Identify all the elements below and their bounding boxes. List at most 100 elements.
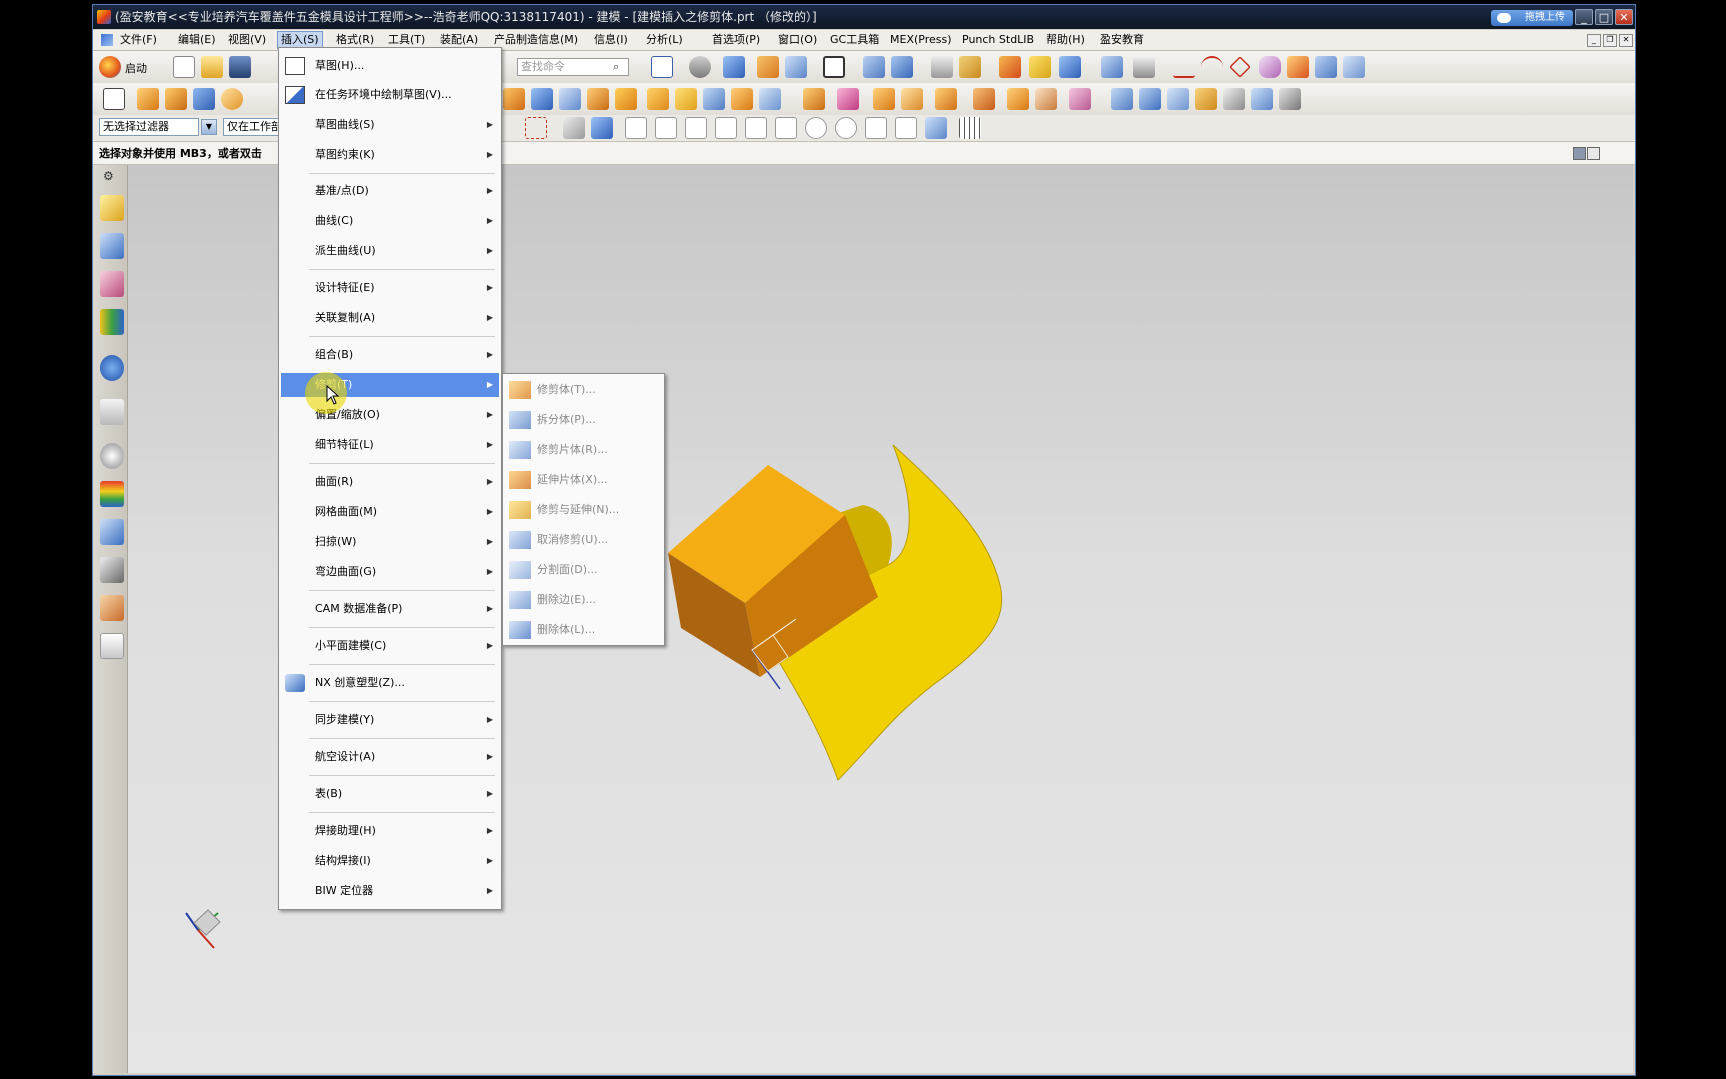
minimize-button[interactable]: _ xyxy=(1575,9,1593,25)
sketch-toolbar-icon[interactable] xyxy=(103,88,125,110)
snap-point-icon[interactable] xyxy=(959,56,981,78)
menu-item-derived-curve[interactable]: 派生曲线(U) ▶ xyxy=(281,239,499,263)
hole-icon[interactable] xyxy=(503,88,525,110)
snap-quadrant-icon[interactable] xyxy=(835,117,857,139)
spline-icon[interactable] xyxy=(1229,56,1251,78)
line-icon[interactable] xyxy=(1173,56,1195,78)
chamfer-icon[interactable] xyxy=(731,88,753,110)
fillet-icon[interactable] xyxy=(1259,56,1281,78)
block-icon[interactable] xyxy=(193,88,215,110)
internet-explorer-icon[interactable] xyxy=(100,355,124,381)
menu-item-sketch[interactable]: 草图(H)... xyxy=(281,54,499,78)
menu-tools[interactable]: 工具(T) xyxy=(385,32,428,48)
submenu-item-delete-body[interactable]: 删除体(L)... xyxy=(505,616,662,644)
menu-item-biw-locator[interactable]: BIW 定位器 ▶ xyxy=(281,879,499,903)
submenu-item-delete-edge[interactable]: 删除边(E)... xyxy=(505,586,662,614)
rectangle-select-icon[interactable] xyxy=(525,117,547,139)
clock-icon[interactable] xyxy=(100,443,124,469)
submenu-item-divide-face[interactable]: 分割面(D)... xyxy=(505,556,662,584)
menu-gc-toolkit[interactable]: GC工具箱 xyxy=(827,32,882,48)
background-icon[interactable] xyxy=(823,56,845,78)
boss-icon[interactable] xyxy=(531,88,553,110)
menu-item-weld-assistant[interactable]: 焊接助理(H) ▶ xyxy=(281,819,499,843)
sew-icon[interactable] xyxy=(1069,88,1091,110)
menu-help[interactable]: 帮助(H) xyxy=(1043,32,1088,48)
snap-point-on-face-icon[interactable] xyxy=(895,117,917,139)
snap-midpoint-icon[interactable] xyxy=(655,117,677,139)
offset-face-icon[interactable] xyxy=(973,88,995,110)
move-object-icon[interactable] xyxy=(1059,56,1081,78)
measure-distance-icon[interactable] xyxy=(1101,56,1123,78)
menu-item-task-sketch[interactable]: 在任务环境中绘制草图(V)... xyxy=(281,83,499,107)
menu-item-associative-copy[interactable]: 关联复制(A) ▶ xyxy=(281,306,499,330)
edit-section-icon[interactable] xyxy=(757,56,779,78)
submenu-item-trim-and-extend[interactable]: 修剪与延伸(N)... xyxy=(505,496,662,524)
close-button[interactable]: ✕ xyxy=(1615,9,1633,25)
shell-icon[interactable] xyxy=(759,88,781,110)
helix-icon[interactable] xyxy=(1287,56,1309,78)
mdi-minimize-button[interactable]: _ xyxy=(1587,34,1601,47)
snap-bounded-grid-icon[interactable] xyxy=(925,117,947,139)
edge-blend-icon[interactable] xyxy=(703,88,725,110)
snap-existing-point-icon[interactable] xyxy=(745,117,767,139)
reuse-library-icon[interactable] xyxy=(100,309,124,335)
swept-icon[interactable] xyxy=(1195,88,1217,110)
intersect-icon[interactable] xyxy=(675,88,697,110)
menu-view[interactable]: 视图(V) xyxy=(225,32,269,48)
pocket-icon[interactable] xyxy=(559,88,581,110)
through-curve-mesh-icon[interactable] xyxy=(1139,88,1161,110)
system-scene-icon[interactable] xyxy=(100,633,124,659)
menu-item-structure-welding[interactable]: 结构焊接(I) ▶ xyxy=(281,849,499,873)
menu-information[interactable]: 信息(I) xyxy=(591,32,631,48)
menu-file[interactable]: 文件(F) xyxy=(117,32,160,48)
extrude-icon[interactable] xyxy=(137,88,159,110)
menu-item-cam-data-prep[interactable]: CAM 数据准备(P) ▶ xyxy=(281,597,499,621)
snap-control-point-icon[interactable] xyxy=(685,117,707,139)
constraint-navigator-icon[interactable] xyxy=(100,233,124,259)
submenu-item-trim-sheet[interactable]: 修剪片体(R)... xyxy=(505,436,662,464)
menu-item-sweep[interactable]: 扫掠(W) ▶ xyxy=(281,530,499,554)
document-icon[interactable] xyxy=(101,34,113,46)
menu-assemblies[interactable]: 装配(A) xyxy=(437,32,481,48)
type-filter-select[interactable]: 无选择过滤器 xyxy=(99,118,199,136)
point-icon[interactable] xyxy=(1029,56,1051,78)
submenu-item-untrim[interactable]: 取消修剪(U)... xyxy=(505,526,662,554)
menu-item-surface[interactable]: 曲面(R) ▶ xyxy=(281,470,499,494)
arc-icon[interactable] xyxy=(1201,56,1223,78)
layer-settings-icon[interactable] xyxy=(891,56,913,78)
offset-curve-icon[interactable] xyxy=(1315,56,1337,78)
law-extension-icon[interactable] xyxy=(1279,88,1301,110)
menu-item-synchronous-modeling[interactable]: 同步建模(Y) ▶ xyxy=(281,708,499,732)
mdi-restore-button[interactable]: ❐ xyxy=(1603,34,1617,47)
upload-button[interactable]: 拖拽上传 xyxy=(1491,10,1573,26)
open-folder-icon[interactable] xyxy=(201,56,223,78)
system-materials-icon[interactable] xyxy=(100,519,124,545)
clipping-plane-icon[interactable] xyxy=(785,56,807,78)
menu-item-datum-point[interactable]: 基准/点(D) ▶ xyxy=(281,179,499,203)
submenu-item-trim-body[interactable]: 修剪体(T)... xyxy=(505,376,662,404)
new-file-icon[interactable] xyxy=(173,56,195,78)
ruled-surface-icon[interactable] xyxy=(1251,88,1273,110)
submenu-item-split-body[interactable]: 拆分体(P)... xyxy=(505,406,662,434)
menu-edit[interactable]: 编辑(E) xyxy=(175,32,219,48)
menu-pmi[interactable]: 产品制造信息(M) xyxy=(491,32,581,48)
menu-item-detail-feature[interactable]: 细节特征(L) ▶ xyxy=(281,433,499,457)
grid-icon[interactable] xyxy=(959,117,981,139)
pad-icon[interactable] xyxy=(587,88,609,110)
menu-item-sketch-constraint[interactable]: 草图约束(K) ▶ xyxy=(281,143,499,167)
nx-app-icon[interactable] xyxy=(97,10,111,24)
snap-endpoint-icon[interactable] xyxy=(625,117,647,139)
palette-icon[interactable] xyxy=(100,481,124,507)
fit-view-icon[interactable] xyxy=(651,56,673,78)
status-line-toggle-icon[interactable] xyxy=(1587,147,1600,160)
cylinder-icon[interactable] xyxy=(221,88,243,110)
analysis-icon[interactable] xyxy=(999,56,1021,78)
menu-item-aerospace-design[interactable]: 航空设计(A) ▶ xyxy=(281,745,499,769)
snap-point-on-curve-icon[interactable] xyxy=(865,117,887,139)
start-icon[interactable] xyxy=(99,56,121,78)
submenu-item-extend-sheet[interactable]: 延伸片体(X)... xyxy=(505,466,662,494)
part-navigator-icon[interactable] xyxy=(100,271,124,297)
studio-surface-icon[interactable] xyxy=(1167,88,1189,110)
split-body-toolbar-icon[interactable] xyxy=(873,88,895,110)
cue-line-toggle-icon[interactable] xyxy=(1573,147,1586,160)
